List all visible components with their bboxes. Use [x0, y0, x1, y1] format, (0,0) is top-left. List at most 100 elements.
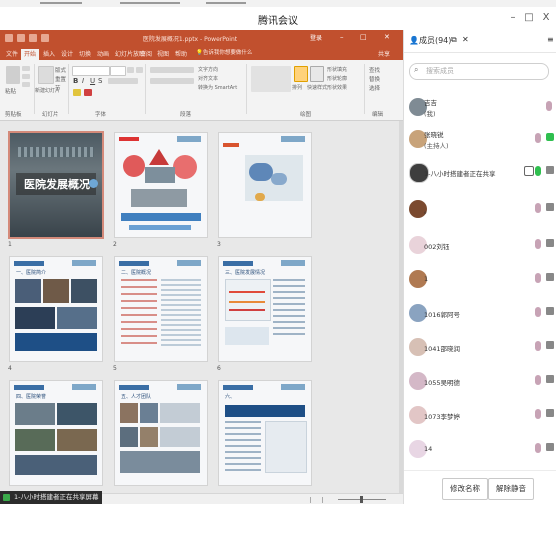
- strip-tab-3[interactable]: [206, 2, 246, 4]
- close-panel-icon[interactable]: ✕: [462, 35, 469, 44]
- tab-transitions[interactable]: 切换: [76, 49, 94, 60]
- slide-thumbnail-5[interactable]: 二、医院概况: [115, 257, 207, 361]
- text-direction-label[interactable]: 文字方向: [198, 66, 218, 73]
- section-label[interactable]: 节: [55, 84, 61, 92]
- member-row[interactable]: 1-八小时搭建者正在共享: [404, 157, 556, 189]
- mic-icon[interactable]: [535, 409, 541, 419]
- slide-thumbnail-2[interactable]: [115, 133, 207, 237]
- edit-name-button[interactable]: 修改名称: [442, 478, 488, 500]
- ppt-close-icon[interactable]: ✕: [384, 33, 390, 41]
- tab-help[interactable]: 帮助: [172, 49, 190, 60]
- bold-icon[interactable]: B: [73, 77, 78, 85]
- underline-icon[interactable]: U: [90, 77, 95, 85]
- tab-insert[interactable]: 插入: [40, 49, 58, 60]
- mic-icon[interactable]: [546, 101, 552, 111]
- member-row[interactable]: 张晓锐 (主持人): [404, 124, 556, 156]
- member-search-input[interactable]: ⌕ 搜索成员: [409, 63, 549, 80]
- mic-icon[interactable]: [535, 166, 541, 176]
- tab-view[interactable]: 视图: [154, 49, 172, 60]
- replace-label[interactable]: 替换: [369, 75, 380, 83]
- video-off-icon[interactable]: [546, 375, 554, 383]
- minimize-button[interactable]: –: [506, 11, 520, 25]
- layout-label[interactable]: 版式: [55, 66, 66, 74]
- copy-icon[interactable]: [22, 74, 30, 79]
- slide-thumbnail-3[interactable]: [219, 133, 311, 237]
- mic-icon[interactable]: [535, 307, 541, 317]
- mic-icon[interactable]: [535, 203, 541, 213]
- mic-icon[interactable]: [535, 443, 541, 453]
- video-off-icon[interactable]: [546, 239, 554, 247]
- shape-outline-label[interactable]: 形状轮廓: [327, 75, 347, 82]
- member-row[interactable]: 1: [404, 264, 556, 296]
- ppt-minimize-icon[interactable]: –: [340, 33, 344, 41]
- tab-file[interactable]: 文件: [3, 49, 21, 60]
- slide-thumbnail-4[interactable]: 一、医院简介: [10, 257, 102, 361]
- highlight-icon[interactable]: [73, 89, 81, 96]
- slide-thumbnail-1[interactable]: 医院发展概况: [10, 133, 102, 237]
- strip-tab-2[interactable]: [120, 2, 180, 4]
- font-name-select[interactable]: [72, 66, 110, 76]
- member-row[interactable]: 002刘钰: [404, 230, 556, 262]
- slide-thumbnail-6[interactable]: 三、医院发展情况: [219, 257, 311, 361]
- new-slide-icon[interactable]: [38, 66, 54, 84]
- tab-review[interactable]: 审阅: [137, 49, 155, 60]
- member-row[interactable]: 1041邵晓润: [404, 332, 556, 364]
- strip-tab-1[interactable]: [40, 2, 82, 4]
- grow-font-icon[interactable]: [127, 67, 134, 73]
- mic-icon[interactable]: [535, 341, 541, 351]
- slide-thumbnail-9[interactable]: 六、: [219, 381, 311, 485]
- members-tab[interactable]: 👤成员(94): [409, 35, 451, 46]
- paste-icon[interactable]: [6, 66, 20, 84]
- screen-share-notice[interactable]: 1-八小时搭建者正在共享屏幕: [0, 491, 103, 504]
- shape-effects-label[interactable]: 形状效果: [327, 84, 347, 91]
- slide-thumbnail-7[interactable]: 四、医院荣誉: [10, 381, 102, 485]
- mic-icon[interactable]: [535, 273, 541, 283]
- video-off-icon[interactable]: [546, 203, 554, 211]
- tab-animations[interactable]: 动画: [94, 49, 112, 60]
- member-row[interactable]: 14: [404, 434, 556, 466]
- member-row[interactable]: 1016郭阿号: [404, 298, 556, 330]
- member-row[interactable]: 1055吴明德: [404, 366, 556, 398]
- mic-icon[interactable]: [535, 375, 541, 385]
- tell-me-box[interactable]: 💡告诉我你想要做什么: [196, 48, 282, 58]
- cut-icon[interactable]: [22, 66, 30, 71]
- font-size-select[interactable]: [110, 66, 126, 76]
- member-row[interactable]: 1073李梦婷: [404, 400, 556, 432]
- smartart-label[interactable]: 转换为 SmartArt: [198, 84, 237, 91]
- mic-icon[interactable]: [535, 239, 541, 249]
- video-on-icon[interactable]: [546, 133, 554, 141]
- tab-design[interactable]: 设计: [58, 49, 76, 60]
- format-painter-icon[interactable]: [22, 82, 30, 87]
- align-buttons[interactable]: [150, 78, 194, 84]
- shrink-font-icon[interactable]: [136, 67, 143, 73]
- video-off-icon[interactable]: [546, 307, 554, 315]
- popout-icon[interactable]: ⧉: [451, 35, 457, 45]
- select-label[interactable]: 选择: [369, 84, 380, 92]
- tab-home[interactable]: 开始: [21, 49, 40, 60]
- undo-icon[interactable]: [17, 34, 25, 42]
- italic-icon[interactable]: I: [82, 77, 84, 85]
- member-row[interactable]: 吉吉 (我): [404, 92, 556, 124]
- list-buttons[interactable]: [150, 67, 194, 73]
- font-color-icon[interactable]: [84, 89, 92, 96]
- shapes-gallery[interactable]: [251, 66, 291, 92]
- reset-label[interactable]: 重置: [55, 75, 66, 83]
- video-off-icon[interactable]: [546, 166, 554, 174]
- video-off-icon[interactable]: [546, 409, 554, 417]
- shadow-icon[interactable]: S: [98, 77, 102, 85]
- status-view-sorter[interactable]: [322, 497, 323, 503]
- find-label[interactable]: 查找: [369, 66, 380, 74]
- status-view-normal[interactable]: [310, 497, 311, 503]
- save-icon[interactable]: [5, 34, 13, 42]
- unmute-all-button[interactable]: 解除静音: [488, 478, 534, 500]
- present-icon[interactable]: [41, 34, 49, 42]
- ppt-maximize-icon[interactable]: □: [360, 33, 367, 41]
- video-off-icon[interactable]: [546, 341, 554, 349]
- align-text-label[interactable]: 对齐文本: [198, 75, 218, 82]
- ppt-user[interactable]: 登录: [310, 33, 322, 42]
- font-spacing-icons[interactable]: [108, 78, 138, 84]
- slide-thumbnail-8[interactable]: 五、人才团队: [115, 381, 207, 485]
- share-button[interactable]: 共享: [375, 49, 393, 60]
- video-off-icon[interactable]: [546, 443, 554, 451]
- close-button[interactable]: X: [539, 11, 553, 25]
